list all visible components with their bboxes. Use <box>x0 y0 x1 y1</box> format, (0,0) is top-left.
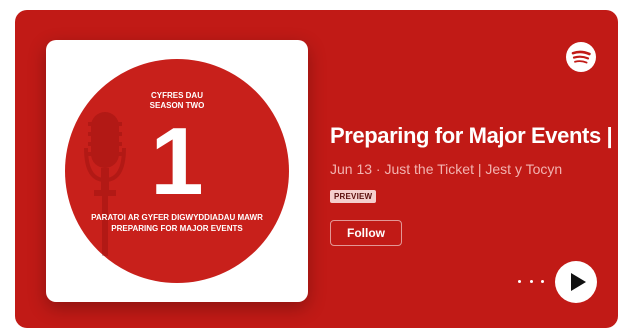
cover-subtitle-english: PREPARING FOR MAJOR EVENTS <box>111 224 243 233</box>
play-icon <box>571 273 586 291</box>
more-dot <box>541 279 544 283</box>
episode-meta[interactable]: Jun 13 · Just the Ticket | Jest y Tocyn <box>330 161 618 177</box>
cover-subtitle-welsh: PARATOI AR GYFER DIGWYDDIADAU MAWR <box>91 213 263 222</box>
more-dot <box>518 279 521 283</box>
play-button[interactable] <box>555 261 597 303</box>
follow-button[interactable]: Follow <box>330 220 402 246</box>
more-options-icon[interactable] <box>518 274 544 288</box>
podcast-embed-card: CYFRES DAU SEASON TWO 1 PARATOI AR GYFER… <box>15 10 618 328</box>
episode-title-container[interactable]: Preparing for Major Events | <box>330 123 618 149</box>
preview-badge: PREVIEW <box>330 190 377 203</box>
episode-cover-art[interactable]: CYFRES DAU SEASON TWO 1 PARATOI AR GYFER… <box>46 40 308 302</box>
more-dot <box>529 279 533 283</box>
cover-episode-number: 1 <box>150 108 204 215</box>
episode-title: Preparing for Major Events | <box>330 123 613 148</box>
cover-series-text: CYFRES DAU <box>150 91 203 100</box>
spotify-icon[interactable] <box>566 42 596 72</box>
